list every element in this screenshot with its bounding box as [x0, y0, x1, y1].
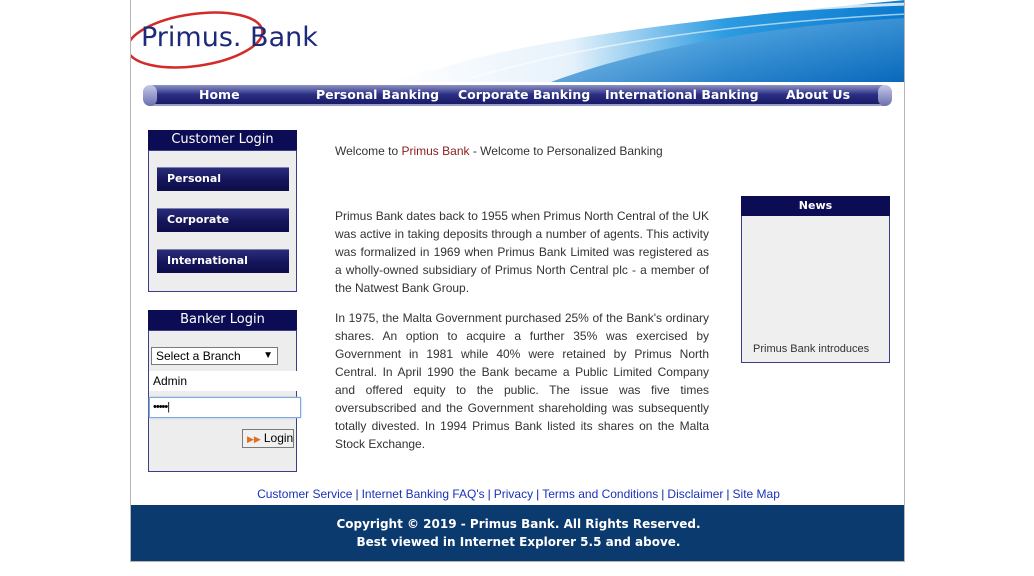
international-login-button[interactable]: International — [157, 249, 289, 273]
main-nav-bar: Home Personal Banking Corporate Banking … — [143, 85, 892, 106]
dropdown-arrow-icon: ▼ — [263, 350, 273, 361]
text-caret: | — [167, 401, 170, 413]
link-disclaimer[interactable]: Disclaimer — [667, 487, 723, 501]
link-separator: | — [355, 487, 359, 501]
footer-bar: Copyright © 2019 - Primus Bank. All Righ… — [131, 505, 904, 561]
double-arrow-icon: ▶▶ — [247, 434, 261, 444]
nav-home[interactable]: Home — [199, 87, 240, 102]
page-frame: Primus. Bank Home Personal Banking Corpo… — [130, 0, 905, 562]
news-ticker-item[interactable]: Primus Bank introduces — [753, 343, 869, 355]
nav-cap-right — [878, 85, 892, 106]
banker-login-title: Banker Login — [148, 310, 297, 330]
link-separator: | — [661, 487, 665, 501]
link-customer-service[interactable]: Customer Service — [257, 487, 352, 501]
link-terms[interactable]: Terms and Conditions — [542, 487, 658, 501]
password-field[interactable]: •••••| — [149, 397, 301, 418]
link-separator: | — [726, 487, 730, 501]
browser-note: Best viewed in Internet Explorer 5.5 and… — [356, 535, 681, 549]
nav-personal-banking[interactable]: Personal Banking — [316, 87, 439, 102]
welcome-line: Welcome to Primus Bank - Welcome to Pers… — [335, 144, 663, 158]
welcome-suffix: - Welcome to Personalized Banking — [469, 144, 663, 158]
nav-about-us[interactable]: About Us — [786, 87, 850, 102]
nav-cap-left — [143, 85, 157, 106]
link-separator: | — [487, 487, 491, 501]
password-mask: ••••• — [153, 401, 168, 413]
footer-links: Customer Service | Internet Banking FAQ's |… — [131, 487, 904, 501]
corporate-login-button[interactable]: Corporate — [157, 208, 289, 232]
history-paragraph-1: Primus Bank dates back to 1955 when Prim… — [335, 209, 709, 295]
branch-select-value: Select a Branch — [156, 349, 241, 363]
link-site-map[interactable]: Site Map — [733, 487, 780, 501]
news-title: News — [741, 196, 890, 216]
customer-login-title: Customer Login — [148, 130, 297, 150]
header-banner: Primus. Bank — [131, 0, 904, 82]
customer-login-box: Personal Corporate International — [148, 150, 297, 292]
bank-logo[interactable]: Primus. Bank — [141, 22, 318, 53]
welcome-prefix: Welcome to — [335, 144, 402, 158]
login-button[interactable]: ▶▶ Login — [242, 429, 294, 448]
welcome-brand: Primus Bank — [401, 144, 470, 158]
history-paragraph-2: In 1975, the Malta Government purchased … — [335, 311, 709, 451]
link-faq[interactable]: Internet Banking FAQ's — [362, 487, 485, 501]
login-button-label: Login — [263, 431, 294, 445]
nav-international-banking[interactable]: International Banking — [605, 87, 759, 102]
username-field[interactable]: Admin — [149, 371, 300, 391]
link-separator: | — [536, 487, 540, 501]
link-privacy[interactable]: Privacy — [494, 487, 533, 501]
copyright-text: Copyright © 2019 - Primus Bank. All Righ… — [336, 517, 701, 531]
nav-corporate-banking[interactable]: Corporate Banking — [458, 87, 590, 102]
news-box: Primus Bank introduces — [741, 216, 890, 363]
branch-select[interactable]: Select a Branch ▼ — [151, 347, 278, 365]
personal-login-button[interactable]: Personal — [157, 167, 289, 191]
